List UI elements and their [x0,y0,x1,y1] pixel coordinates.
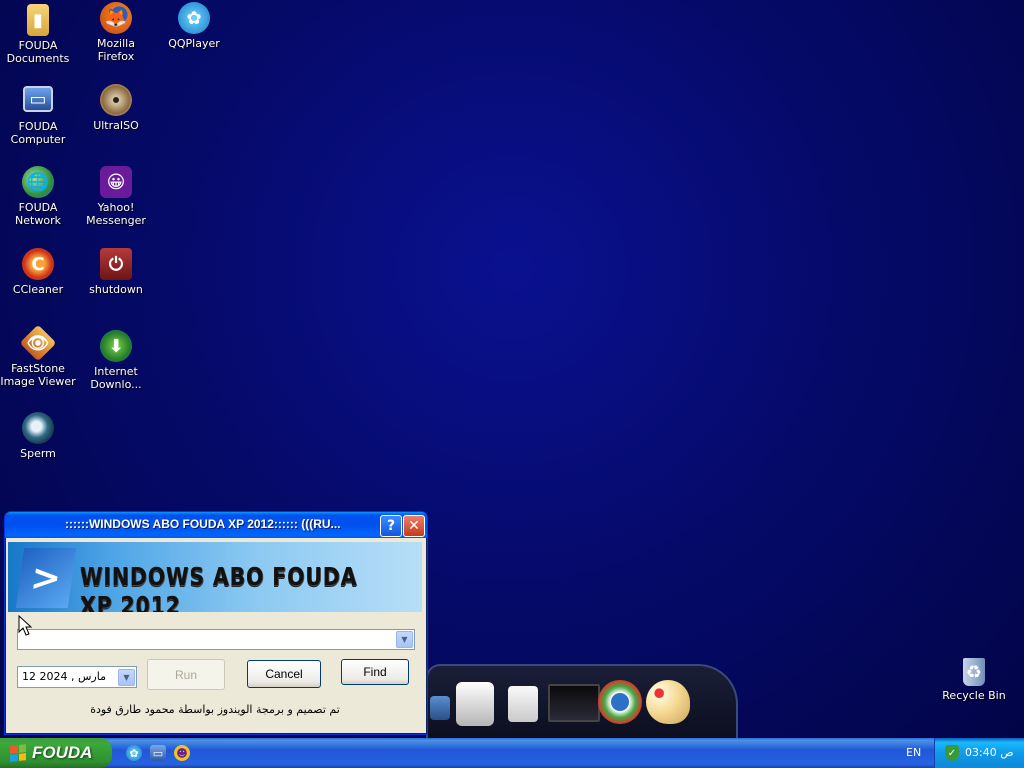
desktop-icon-fouda-network[interactable]: 🌐 FOUDA Network [0,166,76,227]
desktop-icon-yahoo-messenger[interactable]: 😀 Yahoo! Messenger [78,166,154,227]
desktop-icon-fouda-documents[interactable]: ▮ FOUDA Documents [0,4,76,65]
disc-icon [100,84,132,116]
command-combobox[interactable]: ▼ [17,629,415,650]
language-indicator[interactable]: EN [906,746,921,759]
computer-icon: ▭ [23,86,53,112]
eye-icon: 👁 [19,324,57,362]
desktop-icon-shutdown[interactable]: ⏻ shutdown [78,248,154,296]
dock-item-trash-icon[interactable] [508,686,538,722]
start-button[interactable]: FOUDA [0,738,112,768]
desktop-icon-faststone[interactable]: 👁 FastStone Image Viewer [0,324,76,388]
recycle-bin-icon: ♻ [963,658,985,686]
dock-item-monitor-icon[interactable] [548,684,600,722]
desktop-icon-firefox[interactable]: 🦊 Mozilla Firefox [78,2,154,63]
desktop-icon-sperm[interactable]: Sperm [0,412,76,460]
find-button[interactable]: Find [341,659,409,685]
system-tray: ✓ 03:40 ص [934,738,1024,768]
dock-item-drive-icon[interactable] [456,682,494,726]
dialog-titlebar[interactable]: ::::::WINDOWS ABO FOUDA XP 2012:::::: ((… [5,512,427,538]
close-button[interactable]: ✕ [403,515,425,537]
qqplayer-icon: ✿ [178,2,210,34]
taskbar: FOUDA ✿ ▭ ☻ EN ✓ 03:40 ص [0,738,1024,768]
desktop-icon-recycle-bin[interactable]: ♻ Recycle Bin [936,658,1012,702]
chevron-down-icon[interactable]: ▼ [396,631,413,648]
security-shield-icon[interactable]: ✓ [945,745,959,761]
dock-item-paint-palette-icon[interactable] [646,680,690,724]
desktop-icon-ccleaner[interactable]: C CCleaner [0,248,76,296]
banner-text: WINDOWS ABO FOUDA XP 2012 [80,562,358,612]
start-label: FOUDA [32,743,93,762]
dialog-title: ::::::WINDOWS ABO FOUDA XP 2012:::::: ((… [65,517,341,531]
desktop-icon-qqplayer[interactable]: ✿ QQPlayer [156,2,232,50]
power-icon: ⏻ [100,248,132,280]
run-button[interactable]: Run [147,659,225,690]
quicklaunch-yahoo-icon[interactable]: ☻ [174,745,190,761]
quicklaunch-qqplayer-icon[interactable]: ✿ [126,745,142,761]
quicklaunch-show-desktop-icon[interactable]: ▭ [150,745,166,761]
chevron-down-icon[interactable]: ▼ [118,669,135,686]
download-icon: ⬇ [100,330,132,362]
run-dialog: ::::::WINDOWS ABO FOUDA XP 2012:::::: ((… [4,511,428,735]
desktop-icon-fouda-computer[interactable]: ▭ FOUDA Computer [0,86,76,146]
help-button[interactable]: ? [380,515,402,537]
desktop-icon-ultraiso[interactable]: UltraISO [78,84,154,132]
ccleaner-icon: C [22,248,54,280]
cancel-button[interactable]: Cancel [247,660,321,688]
desktop-icon-internet-download-manager[interactable]: ⬇ Internet Downlo... [78,330,154,391]
yahoo-icon: 😀 [100,166,132,198]
date-picker[interactable]: 12 مارس , 2024 ▼ [17,666,137,688]
credit-text: تم تصميم و برمجة الويندوز بواسطة محمود ط… [90,703,340,716]
clock[interactable]: 03:40 ص [965,746,1014,759]
firefox-icon: 🦊 [100,2,132,34]
dock-item-chrome-icon[interactable] [598,680,642,724]
powershell-logo-icon: > [15,548,77,608]
date-value: 12 مارس , 2024 [22,670,106,683]
folder-icon: ▮ [27,4,49,36]
dialog-banner: > WINDOWS ABO FOUDA XP 2012 [8,542,422,612]
windows-flag-icon [10,744,26,762]
mouse-cursor-icon [18,615,32,636]
network-icon: 🌐 [22,166,54,198]
dock-bar [426,664,738,740]
sperm-icon [22,412,54,444]
dock-item-partial[interactable] [430,696,450,720]
